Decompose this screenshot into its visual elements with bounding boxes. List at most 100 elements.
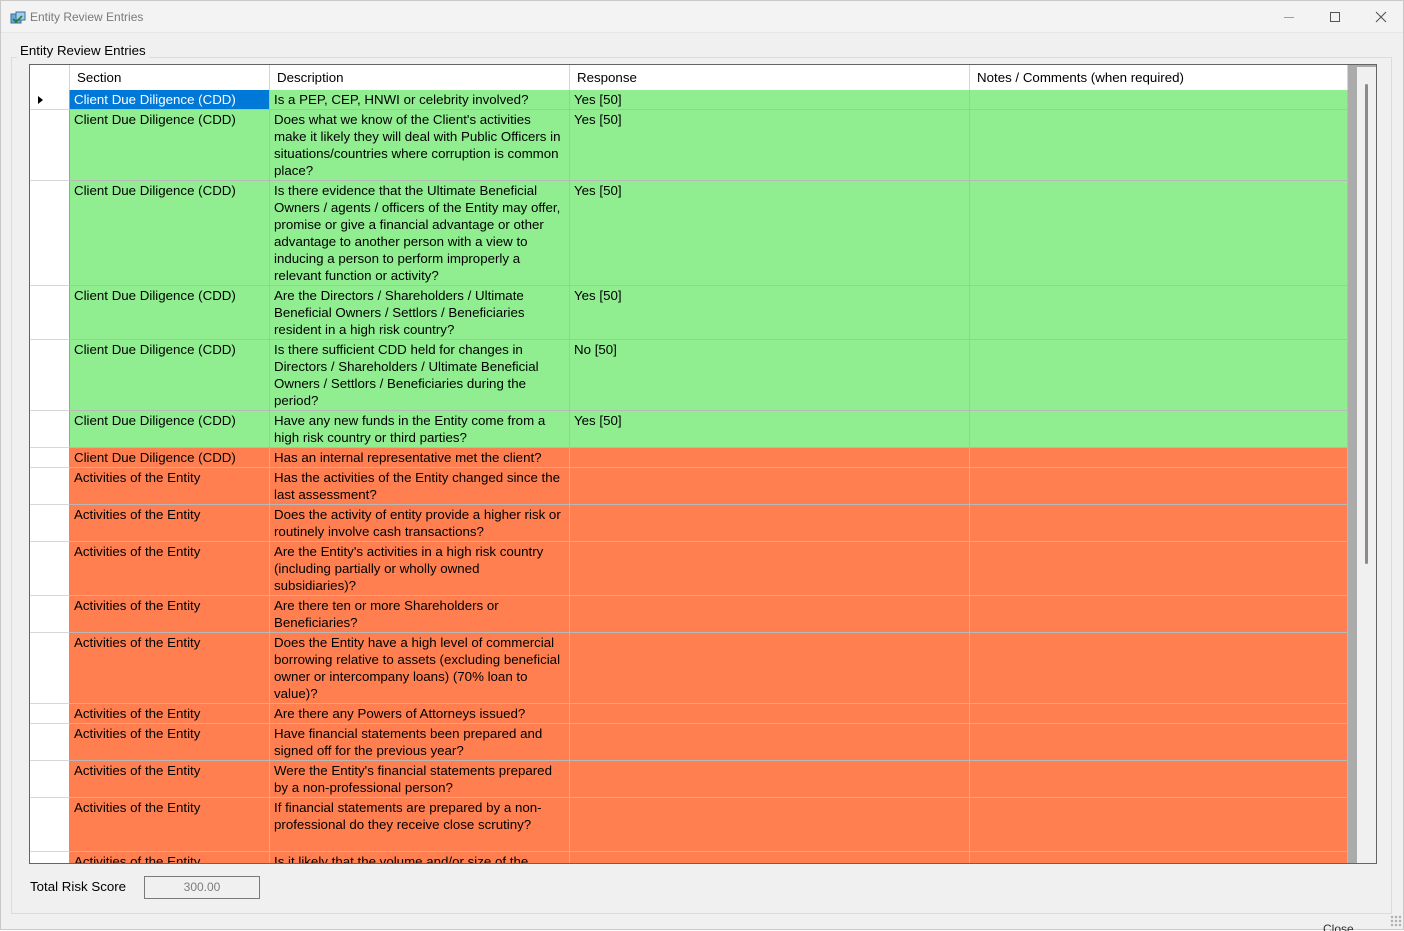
table-row[interactable]: Activities of the Entity If financial sta… — [30, 798, 1348, 852]
cell-section[interactable]: Client Due Diligence (CDD) — [70, 90, 270, 110]
cell-notes[interactable] — [970, 704, 1348, 724]
cell-section[interactable]: Activities of the Entity — [70, 596, 270, 633]
cell-description[interactable]: Have financial statements been prepared … — [270, 724, 570, 761]
row-header[interactable] — [30, 411, 70, 448]
row-header[interactable] — [30, 181, 70, 286]
row-header-corner[interactable] — [30, 65, 70, 90]
column-header-response[interactable]: Response — [570, 65, 970, 90]
cell-section[interactable]: Activities of the Entity — [70, 852, 270, 863]
cell-section[interactable]: Client Due Diligence (CDD) — [70, 411, 270, 448]
row-header[interactable] — [30, 633, 70, 704]
cell-response[interactable]: No [50] — [570, 340, 970, 411]
row-header[interactable] — [30, 340, 70, 411]
cell-section[interactable]: Activities of the Entity — [70, 633, 270, 704]
row-header[interactable] — [30, 596, 70, 633]
cell-description[interactable]: Were the Entity's financial statements p… — [270, 761, 570, 798]
row-header[interactable] — [30, 286, 70, 340]
cell-response[interactable] — [570, 798, 970, 852]
cell-response[interactable] — [570, 724, 970, 761]
cell-notes[interactable] — [970, 286, 1348, 340]
cell-notes[interactable] — [970, 340, 1348, 411]
cell-response[interactable]: Yes [50] — [570, 411, 970, 448]
table-row[interactable]: Client Due Diligence (CDD) Does what we k… — [30, 110, 1348, 181]
close-window-button[interactable] — [1358, 1, 1404, 33]
row-header[interactable] — [30, 110, 70, 181]
cell-notes[interactable] — [970, 724, 1348, 761]
cell-section[interactable]: Client Due Diligence (CDD) — [70, 286, 270, 340]
cell-description[interactable]: Is a PEP, CEP, HNWI or celebrity involve… — [270, 90, 570, 110]
cell-description[interactable]: If financial statements are prepared by … — [270, 798, 570, 852]
row-header[interactable] — [30, 798, 70, 852]
cell-response[interactable] — [570, 448, 970, 468]
maximize-button[interactable] — [1312, 1, 1358, 33]
cell-notes[interactable] — [970, 90, 1348, 110]
cell-response[interactable]: Yes [50] — [570, 90, 970, 110]
cell-response[interactable] — [570, 704, 970, 724]
cell-response[interactable] — [570, 505, 970, 542]
cell-response[interactable] — [570, 852, 970, 863]
cell-notes[interactable] — [970, 761, 1348, 798]
cell-description[interactable]: Are the Directors / Shareholders / Ultim… — [270, 286, 570, 340]
cell-section[interactable]: Activities of the Entity — [70, 505, 270, 542]
row-header[interactable] — [30, 724, 70, 761]
cell-notes[interactable] — [970, 798, 1348, 852]
vertical-scrollbar[interactable] — [1348, 65, 1376, 863]
row-header[interactable] — [30, 704, 70, 724]
cell-description[interactable]: Have any new funds in the Entity come fr… — [270, 411, 570, 448]
cell-description[interactable]: Has an internal representative met the c… — [270, 448, 570, 468]
table-row[interactable]: Activities of the Entity Are there ten or… — [30, 596, 1348, 633]
table-row[interactable]: Activities of the Entity Were the Entity'… — [30, 761, 1348, 798]
cell-description[interactable]: Are there ten or more Shareholders or Be… — [270, 596, 570, 633]
table-row[interactable]: Activities of the Entity Does the activit… — [30, 505, 1348, 542]
table-row[interactable]: Client Due Diligence (CDD) Is a PEP, CEP,… — [30, 90, 1348, 110]
cell-section[interactable]: Client Due Diligence (CDD) — [70, 448, 270, 468]
cell-section[interactable]: Activities of the Entity — [70, 724, 270, 761]
table-row[interactable]: Client Due Diligence (CDD) Is there suffi… — [30, 340, 1348, 411]
table-row[interactable]: Activities of the Entity Does the Entity … — [30, 633, 1348, 704]
title-bar[interactable]: Entity Review Entries — [1, 1, 1403, 33]
cell-notes[interactable] — [970, 448, 1348, 468]
cell-section[interactable]: Activities of the Entity — [70, 704, 270, 724]
table-row[interactable]: Client Due Diligence (CDD) Has an interna… — [30, 448, 1348, 468]
row-header[interactable] — [30, 468, 70, 505]
cell-response[interactable] — [570, 468, 970, 505]
table-row[interactable]: Activities of the Entity Are the Entity's… — [30, 542, 1348, 596]
cell-section[interactable]: Activities of the Entity — [70, 468, 270, 505]
entries-grid[interactable]: Section Description Response Notes / Com… — [29, 64, 1377, 864]
cell-notes[interactable] — [970, 411, 1348, 448]
cell-description[interactable]: Does the activity of entity provide a hi… — [270, 505, 570, 542]
scrollbar-thumb[interactable] — [1365, 84, 1368, 564]
row-header[interactable] — [30, 852, 70, 863]
cell-notes[interactable] — [970, 181, 1348, 286]
resize-grip-icon[interactable] — [1390, 915, 1402, 927]
cell-response[interactable] — [570, 542, 970, 596]
row-header[interactable] — [30, 761, 70, 798]
cell-section[interactable]: Activities of the Entity — [70, 542, 270, 596]
cell-section[interactable]: Client Due Diligence (CDD) — [70, 181, 270, 286]
table-row[interactable]: Client Due Diligence (CDD) Have any new f… — [30, 411, 1348, 448]
cell-section[interactable]: Client Due Diligence (CDD) — [70, 110, 270, 181]
cell-response[interactable]: Yes [50] — [570, 286, 970, 340]
cell-description[interactable]: Is there evidence that the Ultimate Bene… — [270, 181, 570, 286]
table-row[interactable]: Client Due Diligence (CDD) Are the Direct… — [30, 286, 1348, 340]
cell-notes[interactable] — [970, 633, 1348, 704]
cell-description[interactable]: Has the activities of the Entity changed… — [270, 468, 570, 505]
table-row[interactable]: Client Due Diligence (CDD) Is there evide… — [30, 181, 1348, 286]
cell-description[interactable]: Are the Entity's activities in a high ri… — [270, 542, 570, 596]
row-header[interactable] — [30, 505, 70, 542]
row-header[interactable] — [30, 448, 70, 468]
cell-notes[interactable] — [970, 110, 1348, 181]
table-row[interactable]: Activities of the Entity Has the activiti… — [30, 468, 1348, 505]
cell-response[interactable] — [570, 596, 970, 633]
cell-response[interactable] — [570, 761, 970, 798]
table-row[interactable]: Activities of the Entity Have financial s… — [30, 724, 1348, 761]
cell-notes[interactable] — [970, 505, 1348, 542]
cell-response[interactable]: Yes [50] — [570, 181, 970, 286]
cell-response[interactable] — [570, 633, 970, 704]
table-row[interactable]: Activities of the Entity Is it likely tha… — [30, 852, 1348, 863]
row-header[interactable] — [30, 90, 70, 110]
column-header-section[interactable]: Section — [70, 65, 270, 90]
cell-notes[interactable] — [970, 542, 1348, 596]
minimize-button[interactable] — [1266, 1, 1312, 33]
column-header-description[interactable]: Description — [270, 65, 570, 90]
